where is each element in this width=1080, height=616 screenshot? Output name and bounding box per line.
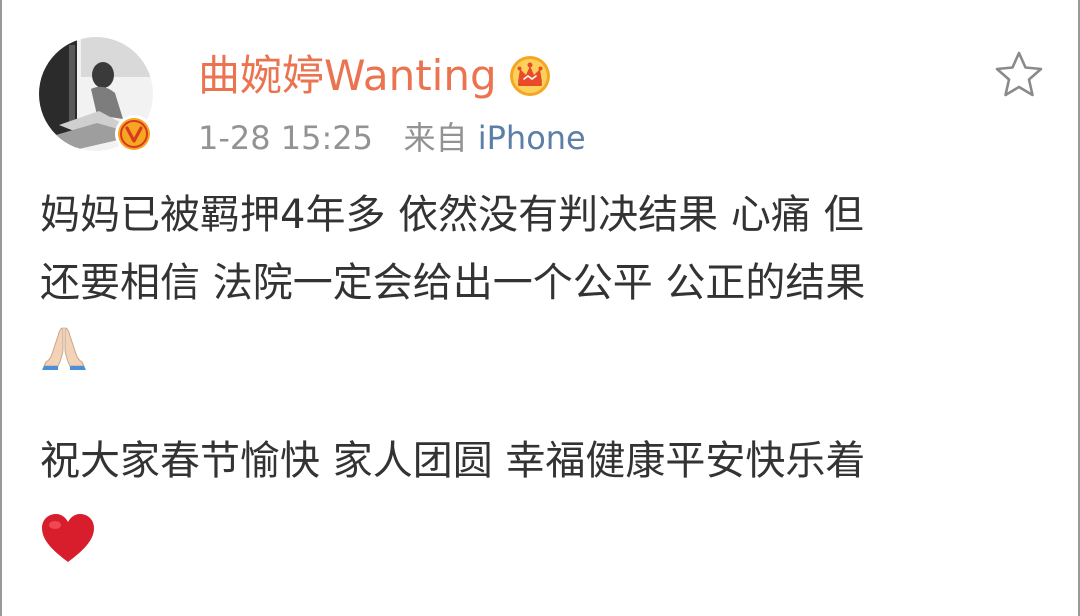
source-prefix: 来自 <box>403 119 468 157</box>
username[interactable]: 曲婉婷Wanting <box>198 50 497 102</box>
red-heart-emoji <box>42 514 94 562</box>
folded-hands-emoji <box>42 327 86 370</box>
post-timestamp: 1-28 15:25 <box>198 119 374 157</box>
post-card: 曲婉婷Wanting 1-28 15:25 来自 iPhone 妈妈已被羁押4年… <box>0 0 1080 616</box>
post-text-line: 妈妈已被羁押4年多 依然没有判决结果 心痛 但 <box>40 192 864 238</box>
verified-badge-icon <box>115 115 153 153</box>
source-link[interactable]: iPhone <box>478 119 586 157</box>
star-outline-icon[interactable] <box>994 50 1044 98</box>
post-text-line: 还要相信 法院一定会给出一个公平 公正的结果 <box>40 260 866 306</box>
post-meta: 1-28 15:25 来自 iPhone <box>198 118 586 158</box>
post-text-line: 祝大家春节愉快 家人团圆 幸福健康平安快乐着 <box>40 438 866 484</box>
crown-icon[interactable] <box>508 54 552 98</box>
